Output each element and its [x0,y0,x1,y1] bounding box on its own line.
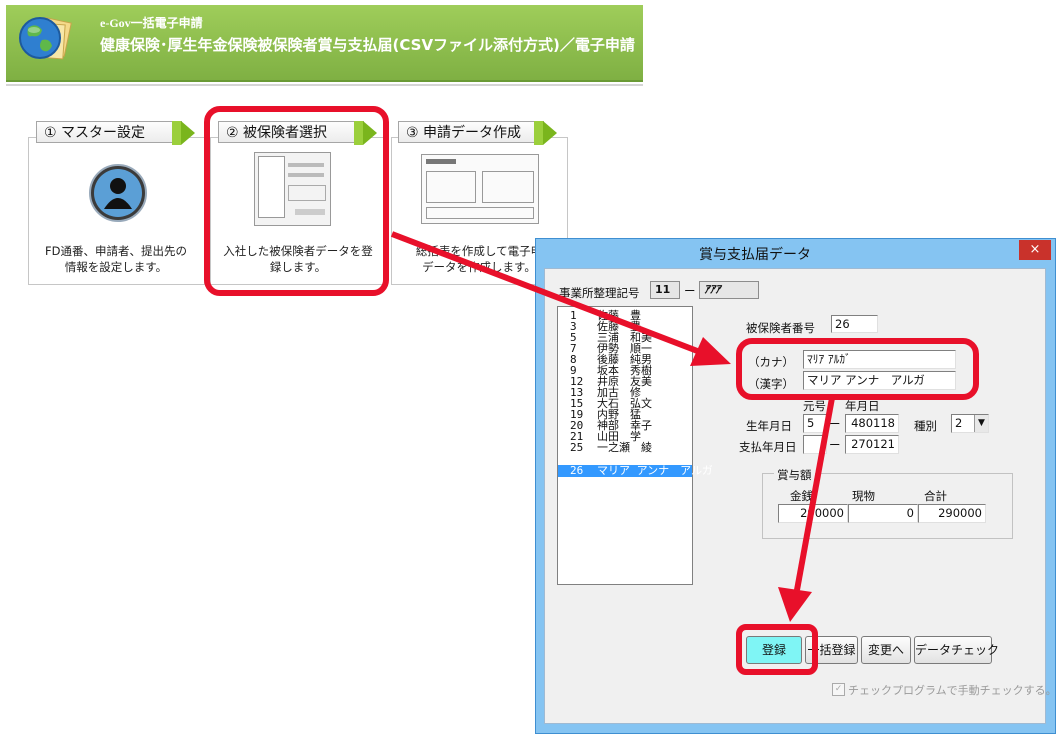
red-arrow-icon [390,231,835,622]
